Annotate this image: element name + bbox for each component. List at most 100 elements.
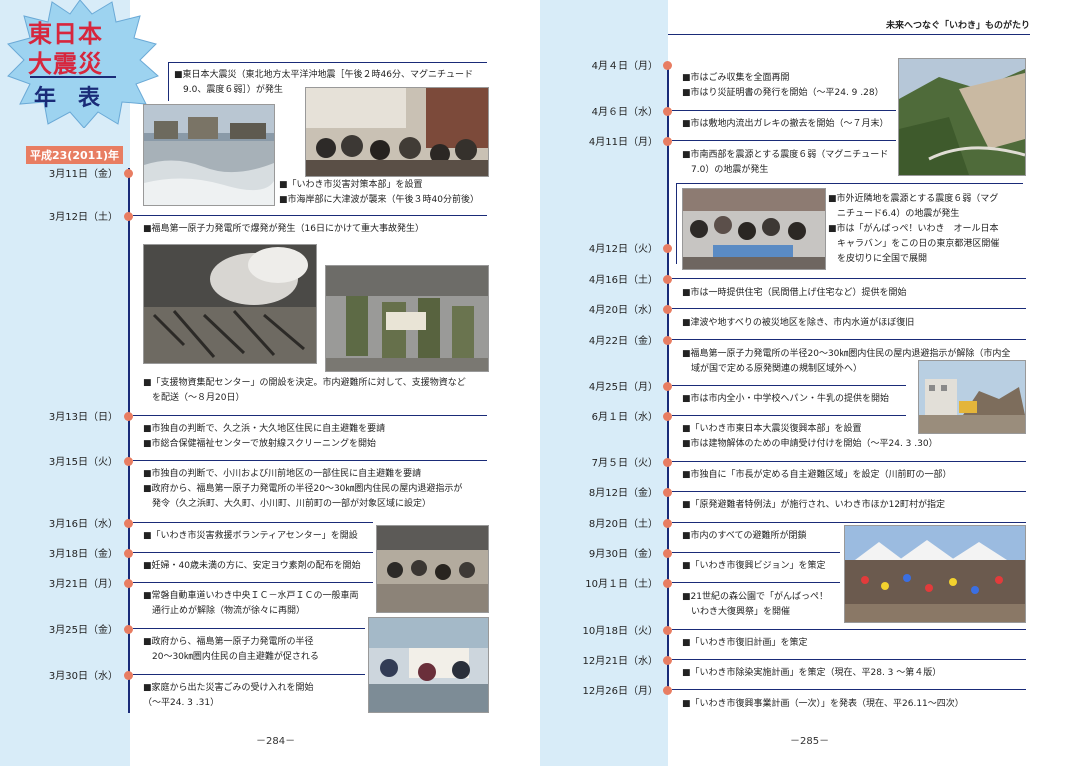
entry-rule [672,689,1026,690]
timeline-dot [663,107,672,116]
entry-line: を配送（～８月20日） [143,393,245,403]
caravan-photo [682,188,826,270]
date-label: 8月20日（土） [588,519,658,530]
entry-line: ■「支援物資集配センター」の開設を決定。市内避難所に対して、支援物資など [143,378,466,388]
timeline-dot [663,458,672,467]
date-label: 3月13日（日） [48,412,118,423]
right-timeline-line [667,62,669,692]
entry-rule [672,308,1026,309]
date-label: 12月21日（水） [582,656,658,667]
entry-line: ■市は敷地内流出ガレキの撤去を開始（～７月末） [682,119,889,129]
entry-3-30: ■家庭から出た災害ごみの受け入れを開始 （～平24. 3 .31） [143,681,369,711]
supplies-photo [368,617,489,713]
date-label: 10月１日（土） [585,579,658,590]
entry-rule [672,278,1026,279]
date-label: 4月12日（火） [588,244,658,255]
timeline-dot [663,61,672,70]
title-divider [30,76,116,78]
entry-line: ■「いわき市東日本大震災復興本部」を設置 [682,424,862,434]
running-header: 未来へつなぐ「いわき」ものがたり [886,21,1031,31]
timeline-dot [663,579,672,588]
timeline-dot [663,412,672,421]
timeline-dot [124,671,133,680]
date-label: 3月11日（金） [48,169,118,180]
entry-line: ■市は市内全小・中学校へパン・牛乳の提供を開始 [682,394,889,404]
entry-3-12: ■福島第一原子力発電所で爆発が発生（16日にかけて重大事故発生） [143,222,487,237]
date-label: 3月12日（土） [48,212,118,223]
entry-rule [672,415,906,416]
entry-rule [672,140,896,141]
entry-line: ■常磐自動車道いわき中央ＩＣ－水戸ＩＣの一般車両 [143,591,359,601]
entry-line: キャラバン」をこの日の東京都港区開催 [828,239,1000,249]
entry-4-12: ■市外近隣地を震源とする震度６弱（マグ ニチュード6.4）の地震が発生 ■市は「… [828,192,1032,267]
timeline-dot [663,382,672,391]
entry-10-18: ■「いわき市復旧計画」を策定 [682,636,1026,651]
entry-line: ■市は一時提供住宅（民間借上げ住宅など）提供を開始 [682,288,907,298]
timeline-dot [124,412,133,421]
entry-4-06: ■市は敷地内流出ガレキの撤去を開始（～７月末） [682,117,896,132]
entry-line: ■市総合保健福祉センターで放射線スクリーニングを開始 [143,439,376,449]
date-label: 9月30日（金） [588,549,658,560]
entry-line: ■市はり災証明書の発行を開始（～平24. 9 .28） [682,88,884,98]
entry-rule [133,628,365,629]
date-label: 3月18日（金） [48,549,118,560]
entry-9-30: ■「いわき市復興ビジョン」を策定 [682,559,842,574]
entry-4-25: ■市は市内全小・中学校へパン・牛乳の提供を開始 [682,392,912,407]
festival-photo [844,525,1026,623]
entry-rule [672,629,1026,630]
entry-3-15: ■市独自の判断で、小川および川前地区の一部住民に自主避難を要請 ■政府から、福島… [143,467,491,512]
entry-line: ■市外近隣地を震源とする震度６弱（マグ [828,194,999,204]
date-label: 12月26日（月） [582,686,658,697]
date-label: 3月30日（水） [48,671,118,682]
title-line-3: 年 表 [34,85,101,111]
reactor-explosion-photo [143,244,317,364]
soldiers-photo [325,265,489,372]
entry-6-01: ■「いわき市東日本大震災復興本部」を設置 ■市は建物解体のための申請受け付けを開… [682,422,1026,452]
tsunami-photo [143,104,275,206]
entry-rule [672,385,906,386]
date-label: 8月12日（金） [588,488,658,499]
entry-rule [672,552,840,553]
landslide-photo [898,58,1026,176]
entry-line: 7.0）の地震が発生 [682,165,769,175]
date-label: 3月25日（金） [48,625,118,636]
volunteer-photo [376,525,489,613]
entry-line: ■市は「がんばっぺ！いわき オール日本 [828,224,999,234]
timeline-dot [663,275,672,284]
entry-7-05: ■市独自に「市長が定める自主避難区域」を設定（川前町の一部） [682,468,1026,483]
entry-3-11-b: ■「いわき市災害対策本部」を設置 ■市海岸部に大津波が襲来（午後３時40分前後） [279,178,491,208]
entry-line: ■家庭から出た災害ごみの受け入れを開始 [143,683,314,693]
entry-line: いわき大復興祭」を開催 [682,607,791,617]
entry-line: ■市独自の判断で、久之浜・大久地区住民に自主避難を要請 [143,424,386,434]
entry-line: ■政府から、福島第一原子力発電所の半径20～30㎞圏内住民の屋内退避指示が [143,484,463,494]
entry-3-21: ■常磐自動車道いわき中央ＩＣ－水戸ＩＣの一般車両 通行止めが解除（物流が徐々に再… [143,589,377,619]
entry-line: ■市独自の判断で、小川および川前地区の一部住民に自主避難を要請 [143,469,422,479]
entry-rule [672,339,1026,340]
entry-line: （～平24. 3 .31） [143,698,220,708]
entry-line: ■福島第一原子力発電所で爆発が発生（16日にかけて重大事故発生） [143,224,424,234]
timeline-dot [663,488,672,497]
entry-12-26: ■「いわき市復興事業計画（一次）」を発表（現在、平26.11～四次） [682,697,1026,712]
timeline-dot [124,212,133,221]
entry-line: ■津波や地すべりの被災地区を除き、市内水道がほぼ復旧 [682,318,915,328]
entry-rule [133,522,373,523]
entry-line: を皮切りに全国で展開 [828,254,928,264]
title-badge: 東日本 大震災 年 表 [0,0,160,129]
crowd-photo [305,87,489,177]
entry-3-12-b: ■「支援物資集配センター」の開設を決定。市内避難所に対して、支援物資など を配送… [143,376,493,406]
entry-rule [133,215,487,216]
entry-4-04: ■市はごみ収集を全面再開 ■市はり災証明書の発行を開始（～平24. 9 .28） [682,71,896,101]
entry-4-16: ■市は一時提供住宅（民間借上げ住宅など）提供を開始 [682,286,1026,301]
page-number-right: －285－ [790,736,830,747]
timeline-dot [663,686,672,695]
entry-3-25: ■政府から、福島第一原子力発電所の半径 20～30㎞圏内住民の自主避難が促される [143,635,369,665]
entry-rule [672,522,1026,523]
date-label: 10月18日（火） [582,626,658,637]
date-label: 4月６日（水） [591,107,658,118]
entry-rule [672,491,1026,492]
timeline-dot [124,579,133,588]
date-label: 3月15日（火） [48,457,118,468]
entry-rule [672,582,840,583]
entry-line: ■政府から、福島第一原子力発電所の半径 [143,637,314,647]
entry-rule [672,110,896,111]
